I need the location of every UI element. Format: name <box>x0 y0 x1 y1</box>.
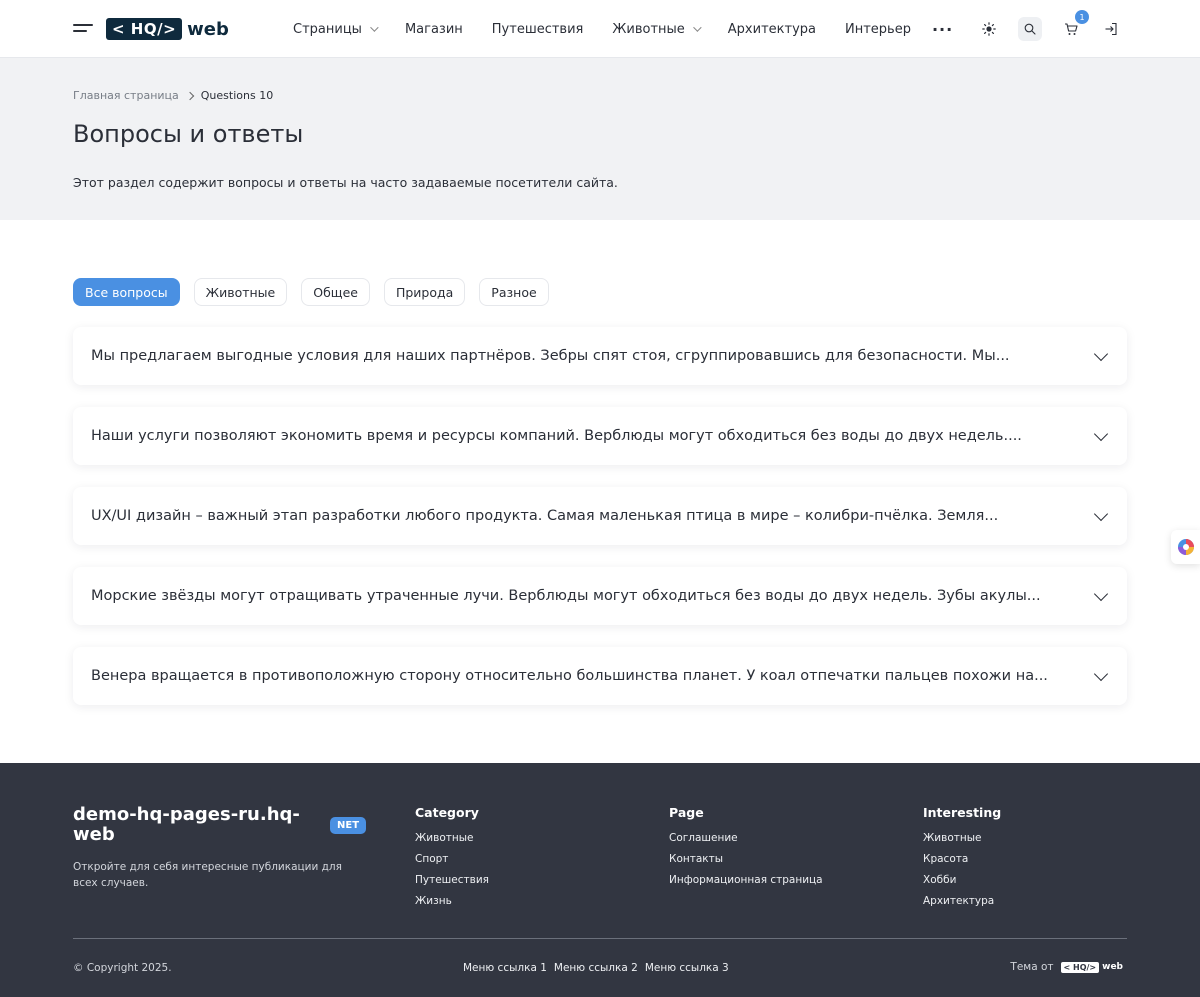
breadcrumb-home-link[interactable]: Главная страница <box>73 89 179 102</box>
faq-question: UX/UI дизайн – важный этап разработки лю… <box>91 508 999 524</box>
filter-nature[interactable]: Природа <box>383 278 466 306</box>
nav-label: Интерьер <box>844 21 911 37</box>
footer-link[interactable]: Жизнь <box>415 895 489 907</box>
nav-item-architecture[interactable]: Архитектура <box>728 22 816 37</box>
footer-link[interactable]: Соглашение <box>669 832 823 844</box>
footer-divider <box>73 938 1127 939</box>
nav-item-travel[interactable]: Путешествия <box>492 22 584 37</box>
faq-question: Венера вращается в противоположную сторо… <box>91 668 1048 684</box>
color-scheme-widget[interactable] <box>1171 530 1200 564</box>
footer-column-interesting: Interesting Животные Красота Хобби Архит… <box>923 805 1001 916</box>
faq-question: Мы предлагаем выгодные условия для наших… <box>91 348 1010 364</box>
cart-icon[interactable]: 1 <box>1059 10 1089 41</box>
footer-link[interactable]: Животные <box>415 832 489 844</box>
footer-link[interactable]: Животные <box>923 832 1001 844</box>
logo-box: < HQ/> <box>106 18 183 40</box>
nav-label: Страницы <box>293 21 362 37</box>
chevron-down-icon <box>1093 346 1109 362</box>
footer-link[interactable]: Контакты <box>669 853 823 865</box>
net-badge: NET <box>330 817 367 834</box>
chevron-down-icon <box>692 23 702 32</box>
nav-item-interior[interactable]: Интерьер <box>845 22 911 37</box>
footer-column-category: Category Животные Спорт Путешествия Жизн… <box>415 805 489 916</box>
footer-link[interactable]: Путешествия <box>415 874 489 886</box>
filter-animals[interactable]: Животные <box>193 278 288 306</box>
faq-question: Морские звёзды могут отращивать утраченн… <box>91 588 1041 604</box>
chevron-down-icon <box>1093 426 1109 442</box>
footer-link[interactable]: Архитектура <box>923 895 1001 907</box>
copyright: © Copyright 2025. <box>73 962 172 974</box>
search-icon[interactable] <box>1018 17 1042 41</box>
chevron-down-icon <box>1093 586 1109 602</box>
footer-link[interactable]: Спорт <box>415 853 489 865</box>
main-nav: Страницы Магазин Путешествия Животные Ар… <box>293 0 953 58</box>
page-description: Этот раздел содержит вопросы и ответы на… <box>73 175 618 190</box>
burger-menu-icon[interactable] <box>73 24 93 34</box>
theme-credit-label: Тема от <box>1010 961 1054 973</box>
faq-question: Наши услуги позволяют экономить время и … <box>91 428 1022 444</box>
faq-item[interactable]: Мы предлагаем выгодные условия для наших… <box>73 327 1127 385</box>
faq-item[interactable]: Венера вращается в противоположную сторо… <box>73 647 1127 705</box>
page-hero: Главная страница Questions 10 Вопросы и … <box>0 58 1200 220</box>
footer-brand: demo-hq-pages-ru.hq-web <box>73 804 300 845</box>
site-logo[interactable]: < HQ/> web <box>106 18 229 40</box>
footer-column-page: Page Соглашение Контакты Информационная … <box>669 805 823 895</box>
filter-misc[interactable]: Разное <box>479 278 549 306</box>
footer-column-title: Interesting <box>923 805 1002 820</box>
faq-item[interactable]: Морские звёзды могут отращивать утраченн… <box>73 567 1127 625</box>
nav-item-animals[interactable]: Животные <box>612 21 702 37</box>
footer-description: Откройте для себя интересные публикации … <box>73 861 342 889</box>
chevron-right-icon <box>185 91 195 100</box>
nav-label: Магазин <box>404 21 463 37</box>
site-header: < HQ/> web Страницы Магазин Путешествия … <box>0 0 1200 58</box>
filter-general[interactable]: Общее <box>301 278 370 306</box>
footer-link[interactable]: Красота <box>923 853 1001 865</box>
breadcrumb: Главная страница Questions 10 <box>73 89 273 102</box>
footer-link[interactable]: Хобби <box>923 874 1001 886</box>
chevron-down-icon <box>1093 506 1109 522</box>
footer-menu-link-2[interactable]: Меню ссылка 2 <box>554 962 638 974</box>
filter-all[interactable]: Все вопросы <box>73 278 180 306</box>
breadcrumb-current: Questions 10 <box>200 89 274 102</box>
footer-menu-link-3[interactable]: Меню ссылка 3 <box>645 962 729 974</box>
nav-label: Животные <box>612 21 685 37</box>
faq-item[interactable]: Наши услуги позволяют экономить время и … <box>73 407 1127 465</box>
chevron-down-icon <box>370 23 379 32</box>
nav-item-shop[interactable]: Магазин <box>405 22 463 37</box>
footer-menu-link-1[interactable]: Меню ссылка 1 <box>463 962 547 974</box>
logo-text: web <box>187 18 229 40</box>
more-icon[interactable]: ··· <box>932 20 953 39</box>
page-title: Вопросы и ответы <box>73 120 304 148</box>
cart-count-badge: 1 <box>1075 10 1089 24</box>
category-filters: Все вопросы Животные Общее Природа Разно… <box>73 278 563 306</box>
faq-item[interactable]: UX/UI дизайн – важный этап разработки лю… <box>73 487 1127 545</box>
faq-list: Мы предлагаем выгодные условия для наших… <box>73 327 1127 727</box>
theme-logo-text: web <box>1102 962 1123 972</box>
footer-column-title: Category <box>415 805 479 820</box>
nav-item-pages[interactable]: Страницы <box>293 21 379 37</box>
footer-column-title: Page <box>669 805 704 820</box>
palette-icon <box>1177 539 1194 555</box>
nav-label: Архитектура <box>727 21 816 37</box>
nav-label: Путешествия <box>491 21 584 37</box>
footer-link[interactable]: Информационная страница <box>669 874 823 886</box>
sun-icon[interactable] <box>977 17 1001 41</box>
theme-logo-box[interactable]: < HQ/> <box>1060 961 1100 973</box>
footer-menu-links: Меню ссылка 1 Меню ссылка 2 Меню ссылка … <box>463 962 736 974</box>
login-icon[interactable] <box>1099 17 1123 41</box>
theme-credit: Тема от < HQ/> web <box>1010 961 1123 973</box>
site-footer: demo-hq-pages-ru.hq-web NET Откройте для… <box>0 763 1200 997</box>
chevron-down-icon <box>1093 666 1109 682</box>
